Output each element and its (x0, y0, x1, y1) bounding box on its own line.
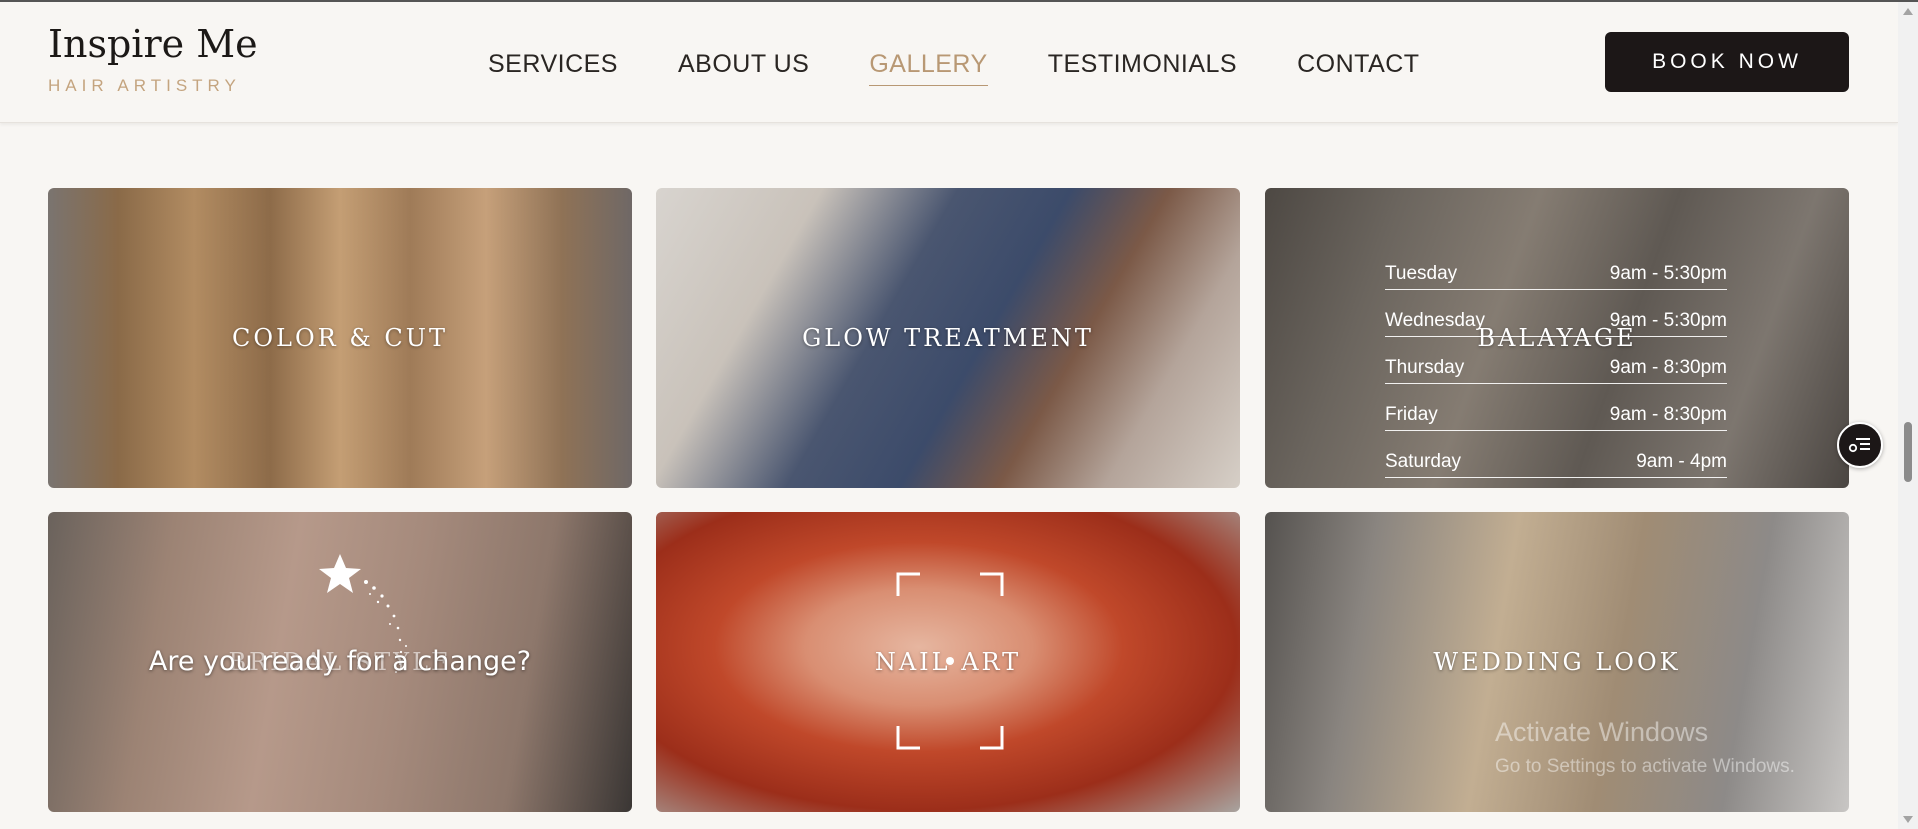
promo-text: Are you ready for a change? (148, 646, 532, 677)
gallery-tile-glow-treatment[interactable]: GLOW TREATMENT (656, 188, 1240, 488)
menu-list-button[interactable] (1837, 422, 1883, 468)
tile-label: COLOR & CUT (232, 324, 448, 352)
gallery-tile-balayage[interactable]: BALAYAGE Tuesday 9am - 5:30pm Wednesday … (1265, 188, 1849, 488)
nav-gallery[interactable]: GALLERY (869, 50, 988, 86)
tile-label: NAIL ART (874, 648, 1022, 676)
hours-day: Tuesday (1385, 263, 1458, 284)
opening-hours: Tuesday 9am - 5:30pm Wednesday 9am - 5:3… (1385, 243, 1727, 478)
scrollbar-thumb[interactable] (1904, 422, 1912, 482)
logo[interactable]: Inspire Me HAIR ARTISTRY (48, 22, 258, 96)
hours-time: 9am - 8:30pm (1609, 404, 1727, 425)
nav-testimonials[interactable]: TESTIMONIALS (1048, 50, 1237, 86)
hours-day: Thursday (1385, 357, 1465, 378)
site-header: Inspire Me HAIR ARTISTRY SERVICES ABOUT … (0, 2, 1898, 123)
scroll-down-arrow-icon[interactable] (1903, 816, 1913, 823)
nav-about-us[interactable]: ABOUT US (678, 50, 809, 86)
hours-row: Friday 9am - 8:30pm (1385, 384, 1727, 431)
hours-row: Saturday 9am - 4pm (1385, 431, 1727, 478)
windows-activation-watermark: Activate Windows Go to Settings to activ… (1495, 717, 1795, 778)
watermark-title: Activate Windows (1495, 717, 1709, 747)
hours-day: Wednesday (1385, 310, 1485, 331)
menu-list-icon (1848, 438, 1870, 453)
hours-row: Tuesday 9am - 5:30pm (1385, 243, 1727, 290)
tile-label: WEDDING LOOK (1433, 648, 1681, 676)
gallery-tile-nail-art[interactable]: NAIL ART (656, 512, 1240, 812)
hours-row: Wednesday 9am - 5:30pm (1385, 290, 1727, 337)
book-now-button[interactable]: BOOK NOW (1605, 32, 1849, 92)
logo-title: Inspire Me (48, 22, 258, 66)
tile-label: GLOW TREATMENT (802, 324, 1094, 352)
hours-time: 9am - 4pm (1636, 451, 1727, 472)
hours-time: 9am - 5:30pm (1609, 263, 1727, 284)
nav-services[interactable]: SERVICES (488, 50, 618, 86)
hours-time: 9am - 5:30pm (1609, 310, 1727, 331)
nav-contact[interactable]: CONTACT (1297, 50, 1419, 86)
hours-day: Friday (1385, 404, 1438, 425)
logo-subtitle: HAIR ARTISTRY (48, 75, 241, 95)
gallery-tile-wedding-look[interactable]: WEDDING LOOK Activate Windows Go to Sett… (1265, 512, 1849, 812)
gallery-tile-bridal-style[interactable]: BRIDAL STYLE Are you ready for a change? (48, 512, 632, 812)
gallery-tile-color-cut[interactable]: COLOR & CUT (48, 188, 632, 488)
main-nav: SERVICES ABOUT US GALLERY TESTIMONIALS C… (488, 50, 1480, 86)
hours-day: Saturday (1385, 451, 1462, 472)
hours-row: Thursday 9am - 8:30pm (1385, 337, 1727, 384)
watermark-subtitle: Go to Settings to activate Windows. (1495, 756, 1795, 777)
hours-time: 9am - 8:30pm (1609, 357, 1727, 378)
scroll-up-arrow-icon[interactable] (1903, 8, 1913, 15)
page-scrollbar[interactable] (1898, 2, 1918, 829)
